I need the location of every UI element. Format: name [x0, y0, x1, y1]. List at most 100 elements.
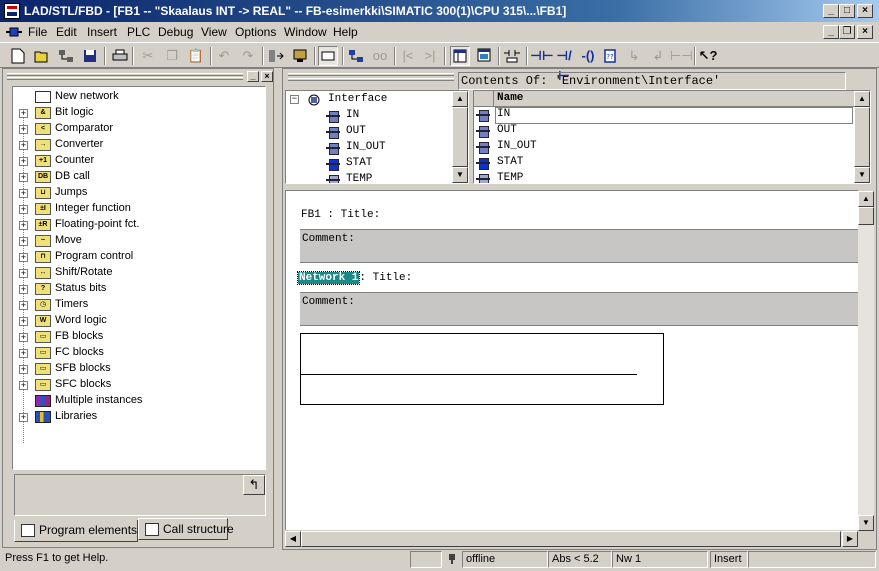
interface-tree-item[interactable]: TEMP: [286, 172, 456, 183]
overview-icon[interactable]: [450, 46, 470, 66]
collapse-icon[interactable]: −: [290, 95, 299, 104]
interface-tree-item[interactable]: IN: [286, 108, 456, 124]
new-network-icon[interactable]: [502, 46, 522, 66]
block-comment-box[interactable]: Comment:: [300, 229, 858, 263]
expand-icon[interactable]: +: [19, 349, 28, 358]
expand-icon[interactable]: +: [19, 157, 28, 166]
doc-restore-button[interactable]: ❐: [839, 25, 855, 39]
scroll-up-icon[interactable]: ▲: [858, 191, 874, 207]
tree-item[interactable]: +? Status bits: [13, 281, 265, 297]
expand-icon[interactable]: +: [19, 173, 28, 182]
interface-list-row[interactable]: STAT: [474, 155, 854, 171]
menu-window[interactable]: Window: [284, 25, 327, 39]
select-icon[interactable]: [318, 46, 338, 66]
editor-vertical-scrollbar[interactable]: ▲ ▼: [858, 191, 874, 531]
network-comment-box[interactable]: Comment:: [300, 292, 858, 326]
scroll-thumb[interactable]: [854, 107, 870, 167]
tree-item[interactable]: + ~ Move: [13, 233, 265, 249]
interface-grip[interactable]: [288, 78, 454, 81]
ladder-rung-line[interactable]: [301, 374, 637, 375]
open-icon[interactable]: [32, 46, 52, 66]
expand-icon[interactable]: +: [19, 125, 28, 134]
menu-plc[interactable]: PLC: [127, 25, 150, 39]
network-header[interactable]: Network 1: Title:: [296, 271, 412, 285]
interface-grip[interactable]: [288, 73, 454, 76]
empty-box-icon[interactable]: ??: [600, 46, 620, 66]
tree-item[interactable]: + ▭ SFB blocks: [13, 361, 265, 377]
menu-edit[interactable]: Edit: [56, 25, 77, 39]
tree-item[interactable]: + & Bit logic: [13, 105, 265, 121]
interface-list-row[interactable]: IN_OUT: [474, 139, 854, 155]
tree-item[interactable]: + ↔ Shift/Rotate: [13, 265, 265, 281]
tree-item[interactable]: + ⊓ Program control: [13, 249, 265, 265]
scroll-down-icon[interactable]: ▼: [452, 167, 468, 183]
network-icon[interactable]: [56, 46, 76, 66]
tree-item[interactable]: + Libraries: [13, 409, 265, 425]
detail-icon[interactable]: [474, 46, 494, 66]
expand-icon[interactable]: +: [19, 317, 28, 326]
interface-tree-item[interactable]: IN_OUT: [286, 140, 456, 156]
branch-open-icon[interactable]: ↳: [624, 46, 644, 66]
menu-file[interactable]: File: [28, 25, 47, 39]
network-label[interactable]: Network 1: [296, 271, 361, 285]
menu-options[interactable]: Options: [235, 25, 276, 39]
scroll-thumb[interactable]: [858, 207, 874, 225]
scroll-right-icon[interactable]: ▶: [842, 531, 858, 547]
monitor-icon[interactable]: [290, 46, 310, 66]
block-title[interactable]: FB1 : Title:: [301, 209, 380, 221]
network-title[interactable]: : Title:: [359, 272, 412, 284]
scroll-thumb[interactable]: [452, 107, 468, 167]
maximize-button[interactable]: □: [839, 4, 855, 18]
tree-item[interactable]: + ⊔ Jumps: [13, 185, 265, 201]
tree-item[interactable]: + ±I Integer function: [13, 201, 265, 217]
tree-item[interactable]: + ▭ SFC blocks: [13, 377, 265, 393]
interface-tree[interactable]: − Interface IN OUT IN_OUT STAT TEMP: [285, 90, 469, 184]
title-bar[interactable]: LAD/STL/FBD - [FB1 -- "Skaalaus INT -> R…: [0, 0, 879, 22]
tab-call-structure[interactable]: Call structure: [138, 518, 234, 540]
close-button[interactable]: ×: [857, 4, 873, 18]
tree-item[interactable]: + ▭ FC blocks: [13, 345, 265, 361]
expand-icon[interactable]: +: [19, 253, 28, 262]
scroll-up-icon[interactable]: ▲: [854, 91, 870, 107]
editor-horizontal-scrollbar[interactable]: ◀ ▶: [285, 531, 858, 547]
interface-list-row[interactable]: OUT: [474, 123, 854, 139]
expand-icon[interactable]: +: [19, 109, 28, 118]
doc-minimize-button[interactable]: _: [823, 25, 839, 39]
connection-icon[interactable]: ⊢⊣: [670, 46, 693, 66]
tree-item[interactable]: + ±R Floating-point fct.: [13, 217, 265, 233]
interface-list-scrollbar[interactable]: ▲ ▼: [854, 91, 870, 183]
interface-tree-scrollbar[interactable]: ▲ ▼: [452, 91, 468, 183]
expand-icon[interactable]: +: [19, 221, 28, 230]
tree-item[interactable]: + +1 Counter: [13, 153, 265, 169]
interface-tree-item[interactable]: OUT: [286, 124, 456, 140]
pane-grip[interactable]: [7, 73, 243, 76]
first-network-icon[interactable]: |<: [398, 46, 418, 66]
tree-item[interactable]: + → Converter: [13, 137, 265, 153]
accessible-nodes-icon[interactable]: [346, 46, 366, 66]
menu-debug[interactable]: Debug: [158, 25, 193, 39]
expand-icon[interactable]: +: [19, 237, 28, 246]
expand-icon[interactable]: +: [19, 205, 28, 214]
expand-icon[interactable]: +: [19, 269, 28, 278]
expand-icon[interactable]: +: [19, 381, 28, 390]
pane-close-button[interactable]: ×: [261, 71, 273, 82]
help-icon[interactable]: ↖?: [698, 46, 718, 66]
ladder-rung-area[interactable]: [300, 333, 664, 405]
tree-item[interactable]: + ◷ Timers: [13, 297, 265, 313]
pane-dock-button[interactable]: _: [247, 71, 259, 82]
tree-item[interactable]: + < Comparator: [13, 121, 265, 137]
cut-icon[interactable]: ✂: [138, 46, 158, 66]
download-icon[interactable]: [266, 46, 286, 66]
expand-icon[interactable]: +: [19, 301, 28, 310]
minimize-button[interactable]: _: [823, 4, 839, 18]
contact-nc-icon[interactable]: ⊣/⊢: [554, 46, 574, 83]
save-icon[interactable]: [80, 46, 100, 66]
scroll-up-icon[interactable]: ▲: [452, 91, 468, 107]
expand-icon[interactable]: +: [19, 413, 28, 422]
scroll-down-icon[interactable]: ▼: [858, 515, 874, 531]
tree-item[interactable]: Multiple instances: [13, 393, 265, 409]
scroll-left-icon[interactable]: ◀: [285, 531, 301, 547]
menu-help[interactable]: Help: [333, 25, 358, 39]
expand-icon[interactable]: +: [19, 189, 28, 198]
code-editor[interactable]: FB1 : Title: Comment: Network 1: Title: …: [285, 190, 858, 530]
